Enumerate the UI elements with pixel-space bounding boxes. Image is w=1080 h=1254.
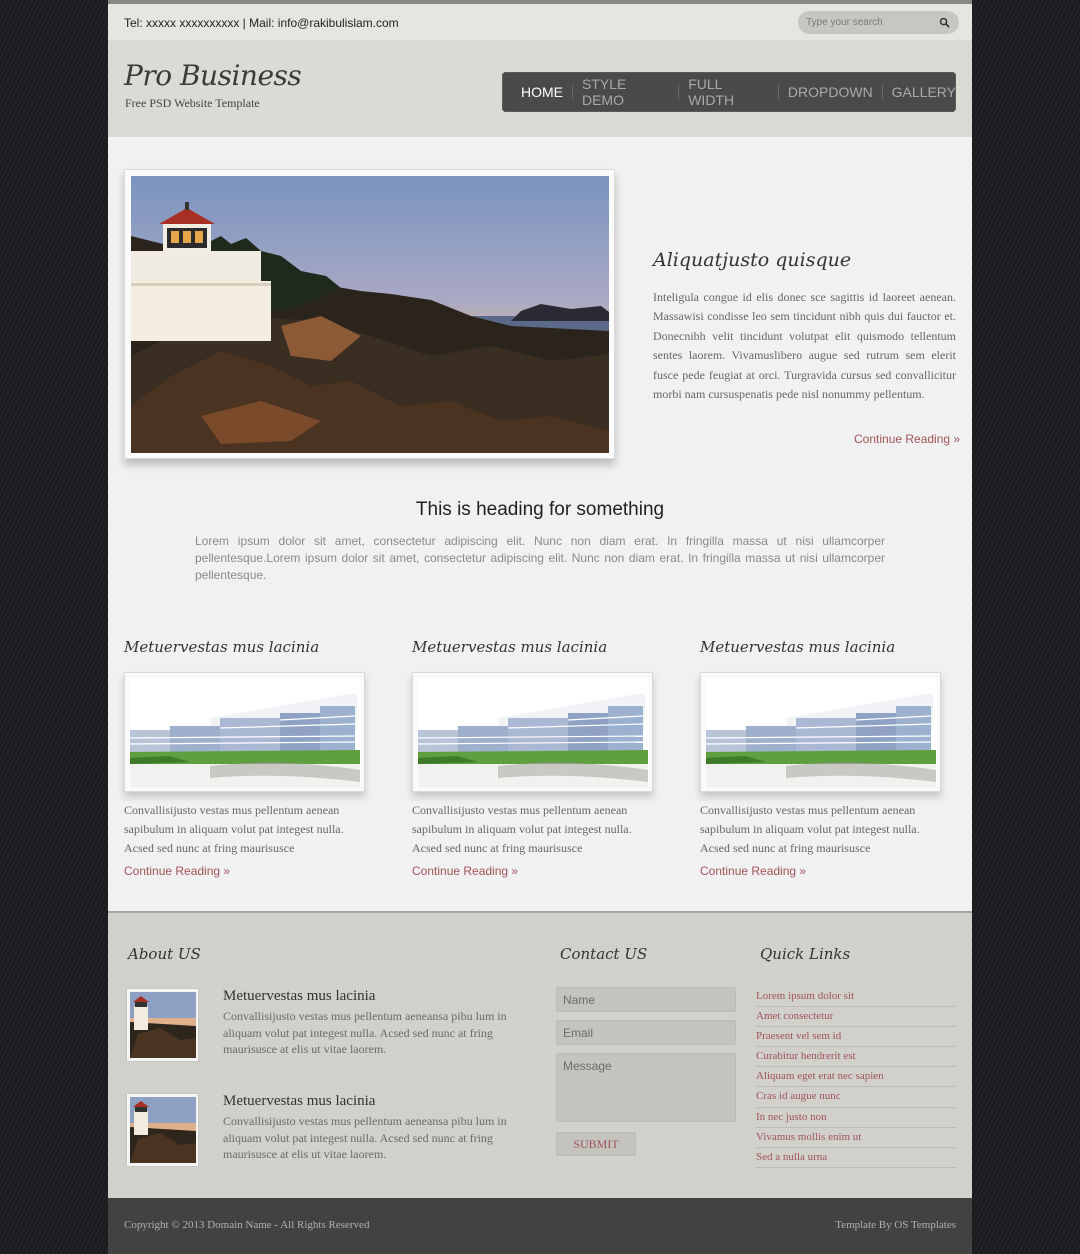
template-credit[interactable]: Template By OS Templates: [835, 1219, 956, 1231]
building-photo: [418, 678, 648, 787]
column-image: [124, 672, 365, 792]
lighthouse-thumb: [130, 1097, 196, 1163]
column-title: Metuervestas mus lacinia: [124, 638, 320, 656]
nav-item-style-demo[interactable]: STYLE DEMO: [582, 76, 669, 108]
column-image: [700, 672, 941, 792]
column-2: Metuervestas mus lacinia Convallisijusto…: [412, 638, 656, 878]
about-item: Metuervestas mus lacinia Convallisijusto…: [126, 988, 526, 1068]
nav-separator: [678, 85, 680, 99]
page-container: Tel: xxxxx xxxxxxxxxx | Mail: info@rakib…: [108, 0, 972, 1254]
nav-item-full-width[interactable]: FULL WIDTH: [688, 76, 769, 108]
column-3: Metuervestas mus lacinia Convallisijusto…: [700, 638, 944, 878]
name-field[interactable]: [556, 987, 736, 1012]
about-thumbnail[interactable]: [126, 988, 199, 1062]
about-item-title: Metuervestas mus lacinia: [223, 988, 376, 1004]
column-image: [412, 672, 653, 792]
section-text: Lorem ipsum dolor sit amet, consectetur …: [195, 534, 885, 582]
nav-item-dropdown[interactable]: DROPDOWN: [788, 84, 873, 100]
search-input[interactable]: [806, 15, 936, 30]
about-item-text: Convallisijusto vestas mus pellentum aen…: [223, 1114, 507, 1161]
column-text: Convallisijusto vestas mus pellentum aen…: [412, 803, 632, 856]
name-input[interactable]: [557, 988, 735, 1011]
nav-separator: [881, 85, 883, 99]
about-title: About US: [128, 945, 201, 963]
copyright-text: Copyright © 2013 Domain Name - All Right…: [124, 1219, 370, 1231]
site-logo[interactable]: Pro Business: [124, 59, 302, 92]
feature-continue-link[interactable]: Continue Reading »: [854, 432, 960, 446]
quicklink-item[interactable]: Lorem ipsum dolor sit: [756, 987, 956, 1008]
feature-text: Inteligula congue id elis donec sce sagi…: [653, 290, 956, 402]
column-continue-link[interactable]: Continue Reading »: [700, 864, 806, 878]
message-input[interactable]: [557, 1054, 735, 1121]
top-bar: Tel: xxxxx xxxxxxxxxx | Mail: info@rakib…: [108, 4, 972, 40]
quicklink-item[interactable]: Vivamus mollis enim ut: [756, 1128, 956, 1148]
contact-title: Contact US: [560, 945, 648, 963]
about-thumbnail[interactable]: [126, 1093, 199, 1167]
nav-item-gallery[interactable]: GALLERY: [892, 84, 956, 100]
quicklinks-title: Quick Links: [760, 945, 851, 963]
email-field[interactable]: [556, 1020, 736, 1045]
message-field[interactable]: [556, 1053, 736, 1122]
column-title: Metuervestas mus lacinia: [412, 638, 608, 656]
nav-separator: [777, 85, 779, 99]
main-nav: HOME STYLE DEMO FULL WIDTH DROPDOWN GALL…: [502, 72, 956, 112]
nav-item-home[interactable]: HOME: [521, 84, 563, 100]
quicklinks-list: Lorem ipsum dolor sit Amet consectetur P…: [756, 987, 956, 1168]
search-icon[interactable]: [939, 17, 950, 28]
quicklink-item[interactable]: Curabitur hendrerit est: [756, 1047, 956, 1068]
nav-separator: [572, 85, 573, 99]
site-header: Pro Business Free PSD Website Template H…: [108, 40, 972, 137]
quicklink-item[interactable]: Amet consectetur: [756, 1007, 956, 1028]
quicklink-item[interactable]: Sed a nulla urna: [756, 1148, 956, 1168]
about-item: Metuervestas mus lacinia Convallisijusto…: [126, 1093, 526, 1173]
about-item-text: Convallisijusto vestas mus pellentum aen…: [223, 1009, 507, 1056]
site-tagline: Free PSD Website Template: [125, 96, 260, 110]
submit-button[interactable]: SUBMIT: [556, 1132, 636, 1156]
quicklink-item[interactable]: In nec justo non: [756, 1108, 956, 1128]
bottom-bar: Copyright © 2013 Domain Name - All Right…: [108, 1198, 972, 1254]
search-box[interactable]: [798, 11, 959, 34]
column-continue-link[interactable]: Continue Reading »: [412, 864, 518, 878]
section-heading: This is heading for something: [415, 499, 665, 520]
quicklink-item[interactable]: Praesent vel sem id: [756, 1027, 956, 1048]
lighthouse-thumb: [130, 992, 196, 1058]
quicklink-item[interactable]: Aliquam eget erat nec sapien: [756, 1067, 956, 1088]
quicklink-item[interactable]: Cras id augue nunc: [756, 1087, 956, 1108]
column-text: Convallisijusto vestas mus pellentum aen…: [124, 803, 344, 856]
building-photo: [706, 678, 936, 787]
column-text: Convallisijusto vestas mus pellentum aen…: [700, 803, 920, 856]
column-continue-link[interactable]: Continue Reading »: [124, 864, 230, 878]
column-1: Metuervestas mus lacinia Convallisijusto…: [124, 638, 368, 878]
column-title: Metuervestas mus lacinia: [700, 638, 896, 656]
feature-image: [124, 169, 615, 459]
about-item-title: Metuervestas mus lacinia: [223, 1093, 376, 1109]
contact-info: Tel: xxxxx xxxxxxxxxx | Mail: info@rakib…: [124, 16, 399, 30]
email-input[interactable]: [557, 1021, 735, 1044]
lighthouse-photo: [131, 176, 609, 453]
building-photo: [130, 678, 360, 787]
feature-title: Aliquatjusto quisque: [653, 249, 852, 271]
